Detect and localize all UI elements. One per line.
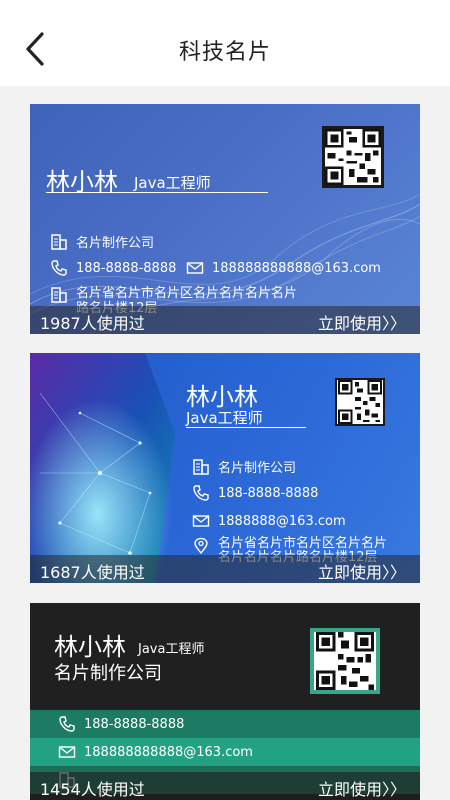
phone-row: 188-8888-8888 [192, 484, 318, 502]
building-icon [50, 233, 68, 251]
qr-code-icon [322, 126, 384, 188]
email-text: 188888888888@163.com [84, 744, 253, 760]
qr-code-icon [310, 628, 380, 694]
company-text: 名片制作公司 [218, 461, 297, 476]
address-line-1: 名片省名片市名片区名片名片 [218, 536, 388, 551]
qr-code-icon [335, 378, 385, 426]
phone-text: 188-8888-8888 [218, 485, 319, 501]
page-title: 科技名片 [178, 40, 271, 65]
phone-text: 188-8888-8888 [84, 716, 185, 732]
phone-band: 188-8888-8888 [30, 710, 420, 738]
usage-count: 1687人使用过 [40, 563, 145, 582]
use-now-button[interactable]: 立即使用〉〉 [318, 310, 406, 334]
phone-icon [192, 484, 210, 502]
card-footer-bar: 1687人使用过 立即使用〉〉 [30, 555, 420, 583]
business-card-template-2[interactable]: 林小林 Java工程师 名片制作公司 188-8888-8888 1888888… [30, 353, 420, 583]
email-row: 188888888888@163.com [186, 259, 381, 277]
card-name: 林小林 [54, 633, 126, 661]
phone-row: 188-8888-8888 [50, 259, 176, 277]
card-role: Java工程师 [134, 174, 211, 192]
use-now-button[interactable]: 立即使用〉〉 [318, 559, 406, 583]
card-footer-bar: 1987人使用过 立即使用〉〉 [30, 306, 420, 334]
phone-icon [58, 715, 76, 733]
company-text: 名片制作公司 [76, 236, 155, 251]
company-row: 名片制作公司 [192, 457, 296, 476]
business-card-template-1[interactable]: 林小林 Java工程师 名片制作公司 188-8888-8888 1888888… [30, 104, 420, 334]
usage-count: 1987人使用过 [40, 314, 145, 333]
card-role: Java工程师 [138, 642, 205, 657]
name-underline [46, 192, 268, 193]
card-footer-bar: 1454人使用过 立即使用〉〉 [30, 772, 420, 800]
top-bar: 科技名片 [0, 0, 450, 86]
card-role: Java工程师 [186, 409, 263, 427]
email-text: 188888888888@163.com [212, 260, 381, 276]
business-card-template-3[interactable]: 林小林 Java工程师 名片制作公司 188-8888-8888 1888888… [30, 603, 420, 800]
address-line-1: 名片省名片市名片区名片名片名片名片 [76, 286, 298, 301]
building-icon [50, 286, 68, 304]
email-band: 188888888888@163.com [30, 738, 420, 766]
company-name: 名片制作公司 [54, 663, 162, 684]
mail-icon [186, 259, 204, 277]
mail-icon [192, 512, 210, 530]
phone-text: 188-8888-8888 [76, 260, 177, 276]
email-text: 1888888@163.com [218, 513, 346, 529]
phone-icon [50, 259, 68, 277]
location-icon [192, 537, 210, 555]
mail-icon [58, 743, 76, 761]
usage-count: 1454人使用过 [40, 780, 145, 799]
building-icon [192, 458, 210, 476]
company-row: 名片制作公司 [50, 232, 154, 251]
email-row: 1888888@163.com [192, 512, 346, 530]
name-underline [186, 427, 306, 428]
use-now-button[interactable]: 立即使用〉〉 [318, 776, 406, 800]
